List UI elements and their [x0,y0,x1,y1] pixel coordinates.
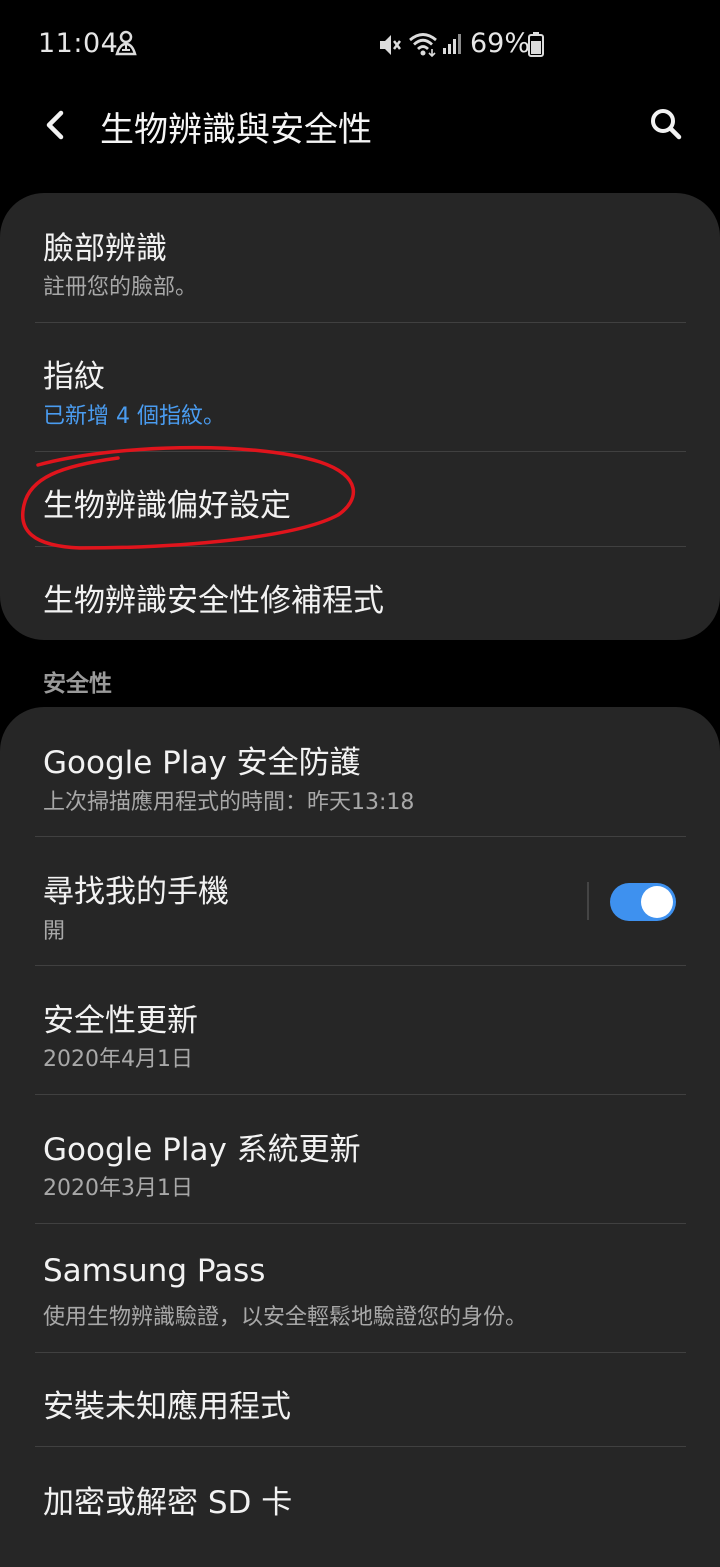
chevron-left-icon [46,110,64,140]
list-item-subtitle: 2020年3月1日 [43,1176,193,1201]
list-item-subtitle: 上次掃描應用程式的時間：昨天13:18 [43,790,415,815]
list-item-title: 加密或解密 SD 卡 [43,1485,293,1521]
search-icon [651,109,682,140]
list-item-subtitle: 使用生物辨識驗證，以安全輕鬆地驗證您的身份。 [43,1305,528,1330]
list-item-title: Google Play 系統更新 [43,1132,361,1168]
list-item-title: 尋找我的手機 [43,874,229,910]
list-item-face-recognition[interactable]: 臉部辨識 註冊您的臉部。 [0,193,720,322]
list-item-security-update[interactable]: 安全性更新 2020年4月1日 [0,966,720,1094]
list-item-google-play-protect[interactable]: Google Play 安全防護 上次掃描應用程式的時間：昨天13:18 [0,707,720,836]
cell-signal-icon [443,34,461,54]
search-button[interactable] [640,98,692,150]
list-item-subtitle: 註冊您的臉部。 [43,275,198,300]
list-item-fingerprint[interactable]: 指紋 已新增 4 個指紋。 [0,323,720,451]
list-item-biometric-security-patch[interactable]: 生物辨識安全性修補程式 [0,547,720,640]
list-item-title: 指紋 [43,359,105,395]
toggle-knob [641,886,673,918]
list-item-find-my-mobile[interactable]: 尋找我的手機 開 [0,837,720,965]
battery-percentage: 69% [470,28,531,59]
list-item-title: Google Play 安全防護 [43,745,361,781]
battery-icon [528,32,544,57]
list-item-biometric-preferences[interactable]: 生物辨識偏好設定 [0,452,720,546]
list-item-samsung-pass[interactable]: Samsung Pass 使用生物辨識驗證，以安全輕鬆地驗證您的身份。 [0,1224,720,1352]
list-item-google-play-system-update[interactable]: Google Play 系統更新 2020年3月1日 [0,1095,720,1223]
list-item-install-unknown-apps[interactable]: 安裝未知應用程式 [0,1353,720,1446]
list-item-title: 安裝未知應用程式 [43,1389,291,1425]
security-card: Google Play 安全防護 上次掃描應用程式的時間：昨天13:18 尋找我… [0,707,720,1567]
list-item-title: Samsung Pass [43,1253,266,1289]
person-notification-icon [115,30,137,56]
app-bar: 生物辨識與安全性 [0,88,720,168]
list-item-subtitle: 開 [43,919,66,944]
list-item-subtitle: 2020年4月1日 [43,1047,193,1072]
list-item-title: 安全性更新 [43,1003,198,1039]
toggle-separator [587,882,589,920]
list-item-title: 臉部辨識 [43,231,167,267]
find-my-mobile-toggle[interactable] [610,883,676,921]
wifi-icon [409,33,437,57]
page-title: 生物辨識與安全性 [100,110,372,150]
mute-icon [380,35,401,55]
list-item-title: 生物辨識安全性修補程式 [43,583,384,619]
status-time: 11:04 [38,28,119,59]
biometrics-card: 臉部辨識 註冊您的臉部。 指紋 已新增 4 個指紋。 生物辨識偏好設定 生物辨識… [0,193,720,640]
section-header-security: 安全性 [43,671,112,697]
list-item-encrypt-sd-card[interactable]: 加密或解密 SD 卡 [0,1447,720,1567]
list-item-title: 生物辨識偏好設定 [43,488,291,524]
status-bar: 11:04 69% [0,0,720,88]
list-item-subtitle: 已新增 4 個指紋。 [43,404,225,429]
back-button[interactable] [30,100,80,150]
